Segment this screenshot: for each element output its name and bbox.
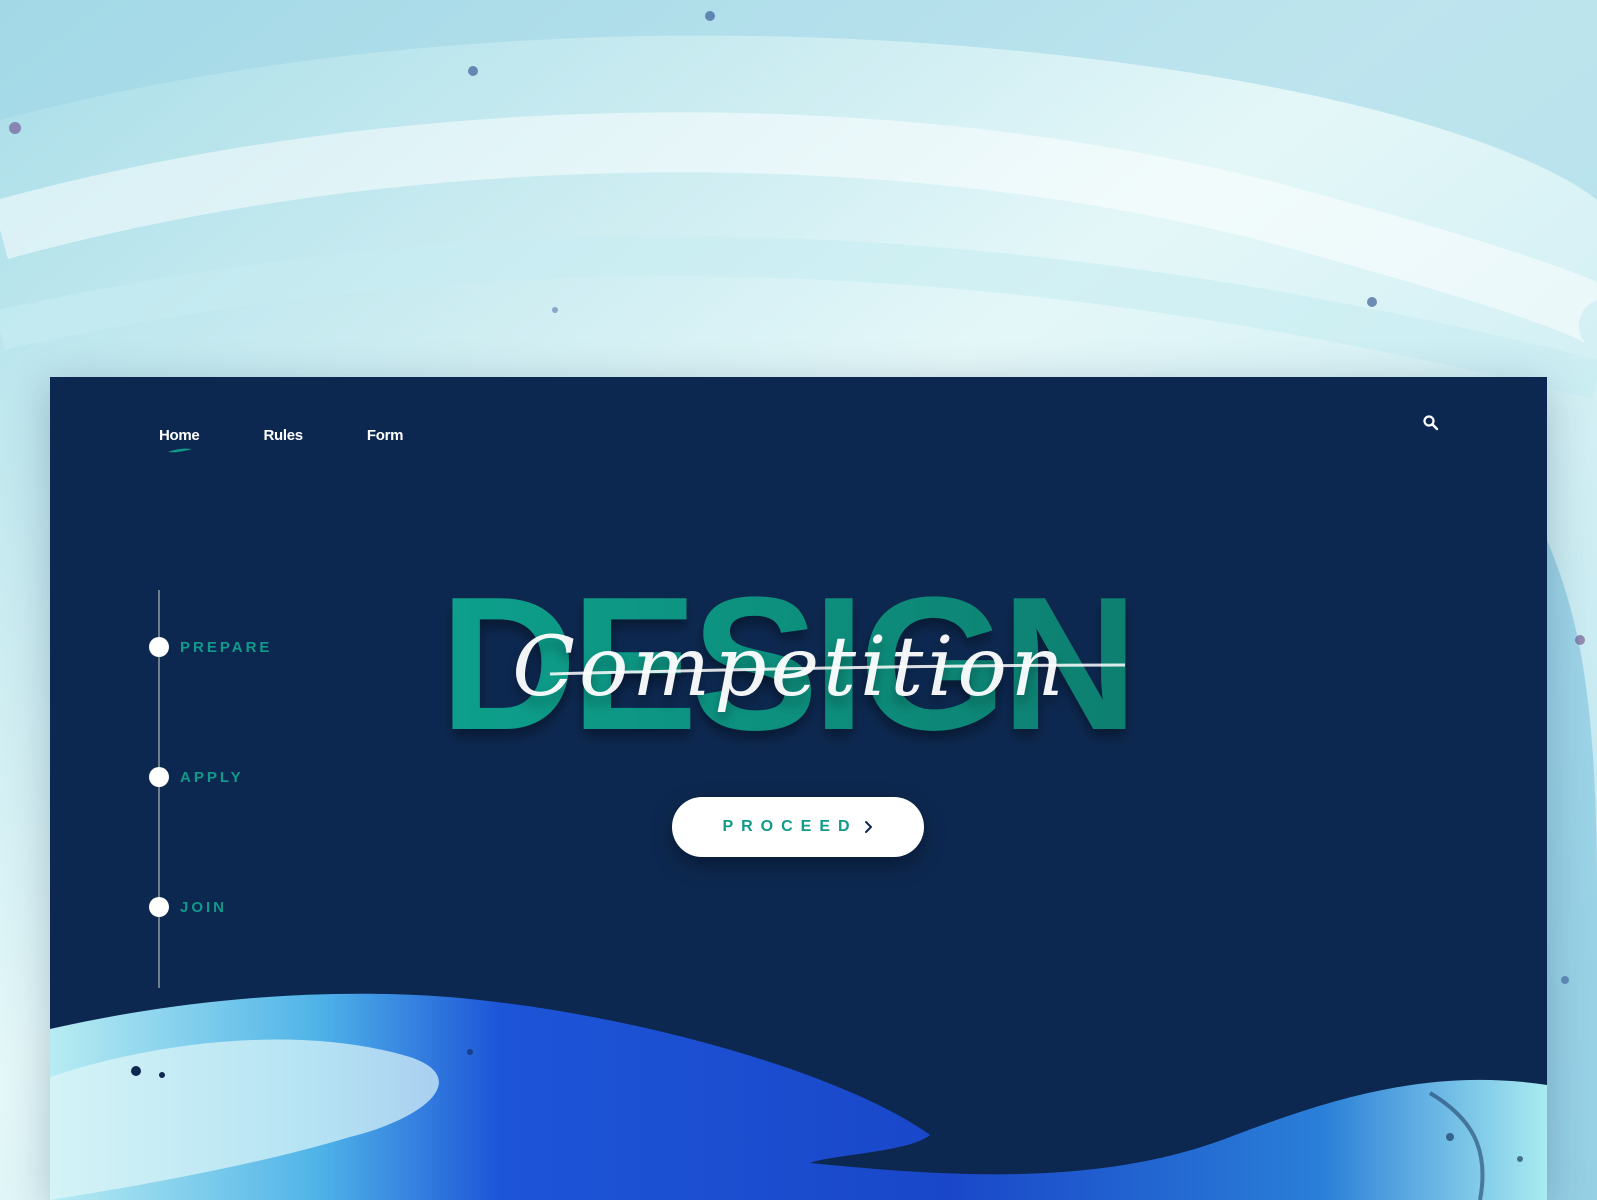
hero-card: Home Rules Form PREPARE APPLY JOIN DESIG… <box>50 377 1547 1200</box>
bottom-wave-decoration <box>50 993 1547 1200</box>
